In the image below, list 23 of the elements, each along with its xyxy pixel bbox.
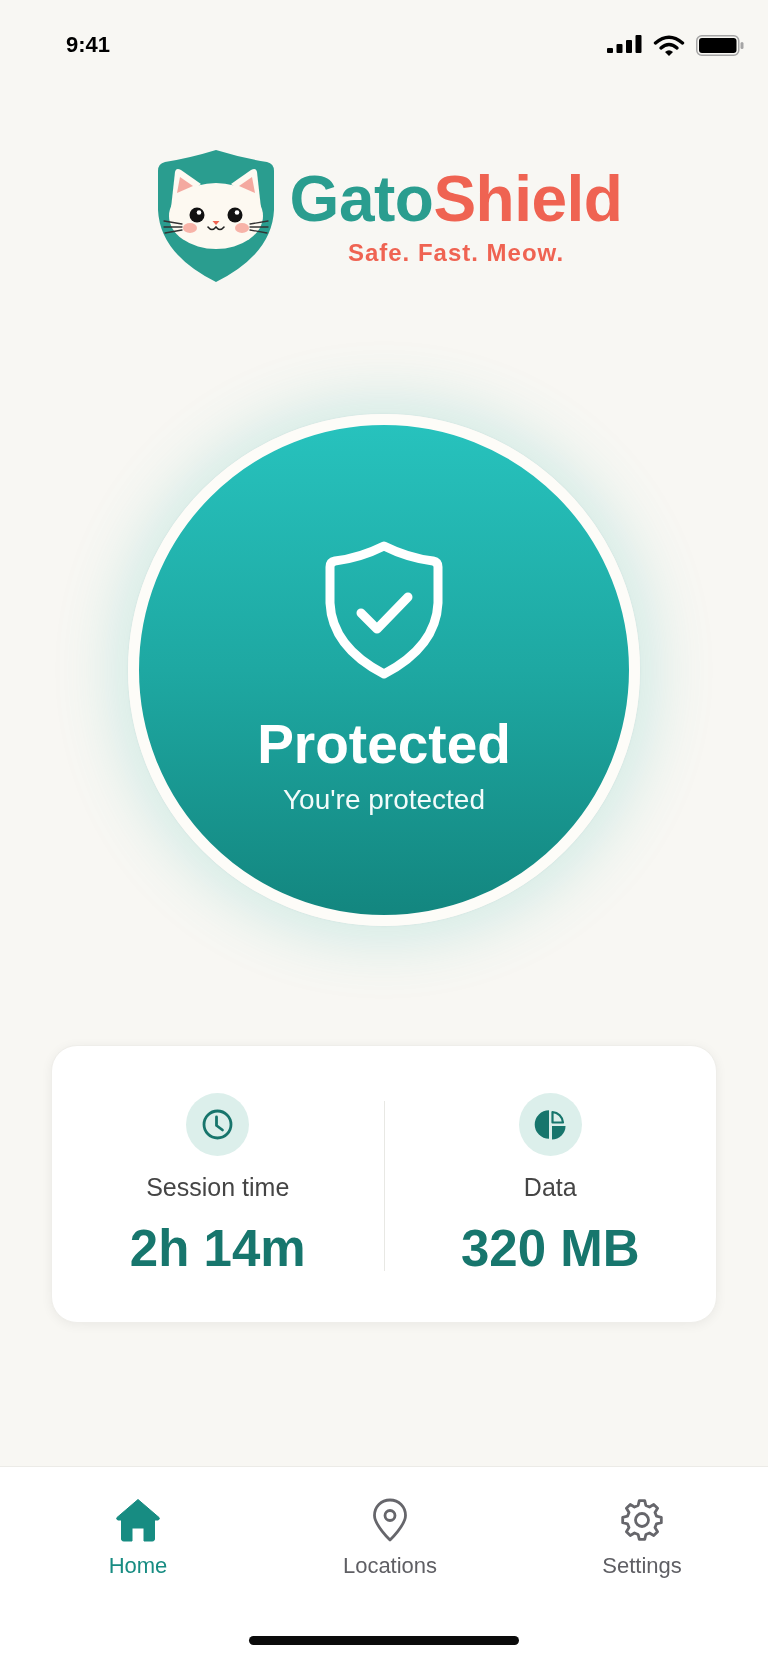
wifi-icon xyxy=(653,35,685,56)
stat-label: Session time xyxy=(146,1175,290,1200)
battery-icon xyxy=(696,35,744,56)
brand-tagline: Safe. Fast. Meow. xyxy=(347,241,565,265)
status-time: 9:41 xyxy=(66,34,111,56)
status-subtitle: You're protected xyxy=(283,786,485,814)
status-title: Protected xyxy=(257,717,511,772)
shield-check-icon xyxy=(324,541,444,679)
pie-chart-icon xyxy=(518,1093,582,1156)
status-circle[interactable]: Protected You're protected xyxy=(128,414,640,926)
clock-icon xyxy=(186,1093,250,1156)
location-pin-icon xyxy=(372,1498,408,1542)
brand-name: GatoShield xyxy=(289,167,623,231)
stat-value: 320 MB xyxy=(460,1223,640,1274)
signal-icon xyxy=(607,35,642,53)
cat-shield-logo-icon xyxy=(155,148,276,284)
stat-label: Data xyxy=(523,1175,577,1200)
home-icon xyxy=(115,1498,161,1542)
tab-bar-item[interactable]: Home xyxy=(108,1498,168,1577)
tab-bar-item[interactable]: Locations xyxy=(342,1498,438,1577)
settings-icon xyxy=(620,1498,664,1542)
tab-bar-item[interactable]: Settings xyxy=(602,1498,682,1577)
stat-value: 2h 14m xyxy=(129,1223,306,1274)
